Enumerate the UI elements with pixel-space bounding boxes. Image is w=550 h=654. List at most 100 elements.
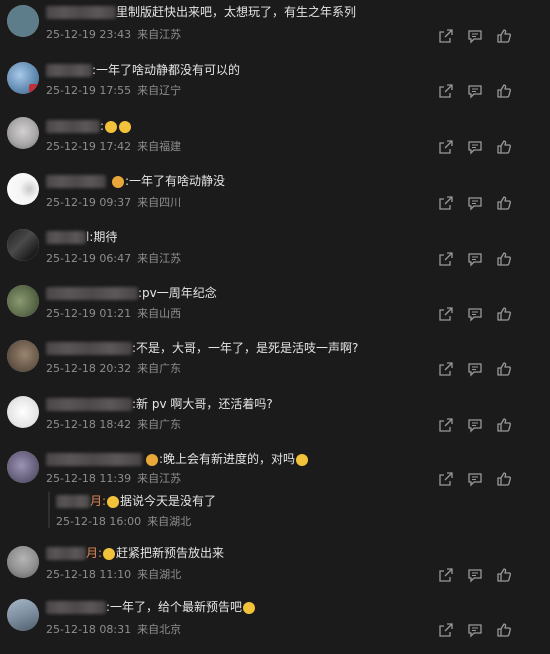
- reply-content: 月: 据说今天是没有了: [56, 491, 216, 511]
- comment-icon[interactable]: [467, 567, 483, 583]
- share-icon[interactable]: [438, 361, 454, 377]
- comment-icon[interactable]: [467, 306, 483, 322]
- username-blurred[interactable]: [46, 601, 106, 614]
- comment-content: :新 pv 啊大哥，还活着吗?: [46, 394, 273, 414]
- username-blurred[interactable]: [46, 231, 86, 244]
- username-blurred[interactable]: [46, 342, 132, 355]
- avatar[interactable]: [7, 173, 39, 205]
- share-icon[interactable]: [438, 251, 454, 267]
- comment-item: :一年了啥动静都没有可以的 25-12-19 17:55 来自辽宁: [0, 60, 550, 117]
- share-icon[interactable]: [438, 139, 454, 155]
- comment-item: : 25-12-19 17:42 来自福建: [0, 115, 550, 172]
- comment-item: :一年了，给个最新预告吧 25-12-18 08:31 来自北京: [0, 597, 550, 654]
- avatar[interactable]: [7, 62, 39, 94]
- avatar[interactable]: [7, 396, 39, 428]
- comment-text: 里制版赶快出来吧，太想玩了，有生之年系列: [116, 5, 357, 19]
- comment-icon[interactable]: [467, 28, 483, 44]
- like-icon[interactable]: [496, 139, 512, 155]
- comment-meta: 25-12-18 18:42 来自广东: [46, 416, 181, 432]
- comment-content: :晚上会有新进度的，对吗: [46, 449, 309, 469]
- avatar[interactable]: [7, 117, 39, 149]
- comment-location: 来自福建: [137, 140, 182, 153]
- comment-icon[interactable]: [467, 139, 483, 155]
- username-blurred[interactable]: [46, 120, 100, 133]
- like-icon[interactable]: [496, 306, 512, 322]
- comment-icon[interactable]: [467, 361, 483, 377]
- comment-item: :一年了有啥动静没 25-12-19 09:37 来自四川: [0, 171, 550, 228]
- comment-icon[interactable]: [467, 251, 483, 267]
- comment-date: 25-12-18 08:31: [46, 623, 132, 636]
- comment-content: :一年了有啥动静没: [46, 171, 225, 191]
- share-icon[interactable]: [438, 622, 454, 638]
- comment-text: :期待: [89, 230, 118, 244]
- comment-location: 来自广东: [137, 418, 182, 431]
- share-icon[interactable]: [438, 83, 454, 99]
- username-blurred[interactable]: [46, 175, 106, 188]
- share-icon[interactable]: [438, 195, 454, 211]
- comment-location: 来自广东: [137, 362, 182, 375]
- comment-meta: 25-12-19 06:47 来自江苏: [46, 250, 181, 266]
- comment-icon[interactable]: [467, 622, 483, 638]
- share-icon[interactable]: [438, 567, 454, 583]
- like-icon[interactable]: [496, 471, 512, 487]
- comment-text: 据说今天是没有了: [120, 494, 217, 508]
- comment-text: :新 pv 啊大哥，还活着吗?: [132, 397, 273, 411]
- like-icon[interactable]: [496, 251, 512, 267]
- comment-content: :不是，大哥，一年了，是死是活吱一声啊?: [46, 338, 358, 358]
- username-blurred[interactable]: [46, 6, 116, 19]
- share-icon[interactable]: [438, 471, 454, 487]
- like-icon[interactable]: [496, 417, 512, 433]
- comment-content: 里制版赶快出来吧，太想玩了，有生之年系列: [46, 2, 356, 22]
- comment-item: 里制版赶快出来吧，太想玩了，有生之年系列 25-12-19 23:43 来自江苏: [0, 2, 550, 59]
- avatar[interactable]: [7, 229, 39, 261]
- like-icon[interactable]: [496, 195, 512, 211]
- comment-date: 25-12-18 20:32: [46, 362, 132, 375]
- like-icon[interactable]: [496, 622, 512, 638]
- comment-date: 25-12-18 16:00: [56, 515, 142, 528]
- comment-icon[interactable]: [467, 417, 483, 433]
- crown-badge-icon: [112, 175, 124, 188]
- username-tail: 月:: [90, 494, 107, 508]
- reply-item: 月: 据说今天是没有了 25-12-18 16:00 来自湖北: [0, 491, 550, 531]
- comment-location: 来自江苏: [137, 252, 182, 265]
- comment-content: :: [46, 116, 132, 136]
- share-icon[interactable]: [438, 417, 454, 433]
- like-icon[interactable]: [496, 567, 512, 583]
- comment-date: 25-12-18 18:42: [46, 418, 132, 431]
- username-blurred[interactable]: [46, 453, 142, 466]
- comment-meta: 25-12-18 11:10 来自湖北: [46, 566, 181, 582]
- username-blurred[interactable]: [46, 398, 132, 411]
- comment-text: :: [100, 119, 105, 133]
- avatar[interactable]: [7, 451, 39, 483]
- comment-date: 25-12-19 01:21: [46, 307, 132, 320]
- share-icon[interactable]: [438, 28, 454, 44]
- avatar[interactable]: [7, 546, 39, 578]
- comment-location: 来自辽宁: [137, 84, 182, 97]
- comment-icon[interactable]: [467, 83, 483, 99]
- crown-badge-icon: [146, 453, 158, 466]
- comment-text: :不是，大哥，一年了，是死是活吱一声啊?: [132, 341, 359, 355]
- like-icon[interactable]: [496, 28, 512, 44]
- avatar[interactable]: [7, 340, 39, 372]
- avatar[interactable]: [7, 599, 39, 631]
- comment-meta: 25-12-18 08:31 来自北京: [46, 621, 181, 637]
- like-icon[interactable]: [496, 361, 512, 377]
- avatar[interactable]: [7, 5, 39, 37]
- comment-text: :晚上会有新进度的，对吗: [159, 452, 296, 466]
- comment-location: 来自湖北: [147, 515, 192, 528]
- like-icon[interactable]: [496, 83, 512, 99]
- comment-content: :pv一周年纪念: [46, 283, 217, 303]
- username-tail: 月:: [86, 546, 103, 560]
- username-blurred[interactable]: [46, 64, 92, 77]
- username-blurred[interactable]: [46, 547, 86, 560]
- crying-emoji-icon: [296, 453, 309, 466]
- share-icon[interactable]: [438, 306, 454, 322]
- avatar[interactable]: [7, 285, 39, 317]
- username-blurred[interactable]: [46, 287, 138, 300]
- comment-text: :一年了有啥动静没: [125, 174, 226, 188]
- comment-meta: 25-12-18 20:32 来自广东: [46, 360, 181, 376]
- comment-icon[interactable]: [467, 471, 483, 487]
- username-blurred[interactable]: [56, 495, 90, 508]
- sweat-emoji-icon: [103, 547, 116, 560]
- comment-icon[interactable]: [467, 195, 483, 211]
